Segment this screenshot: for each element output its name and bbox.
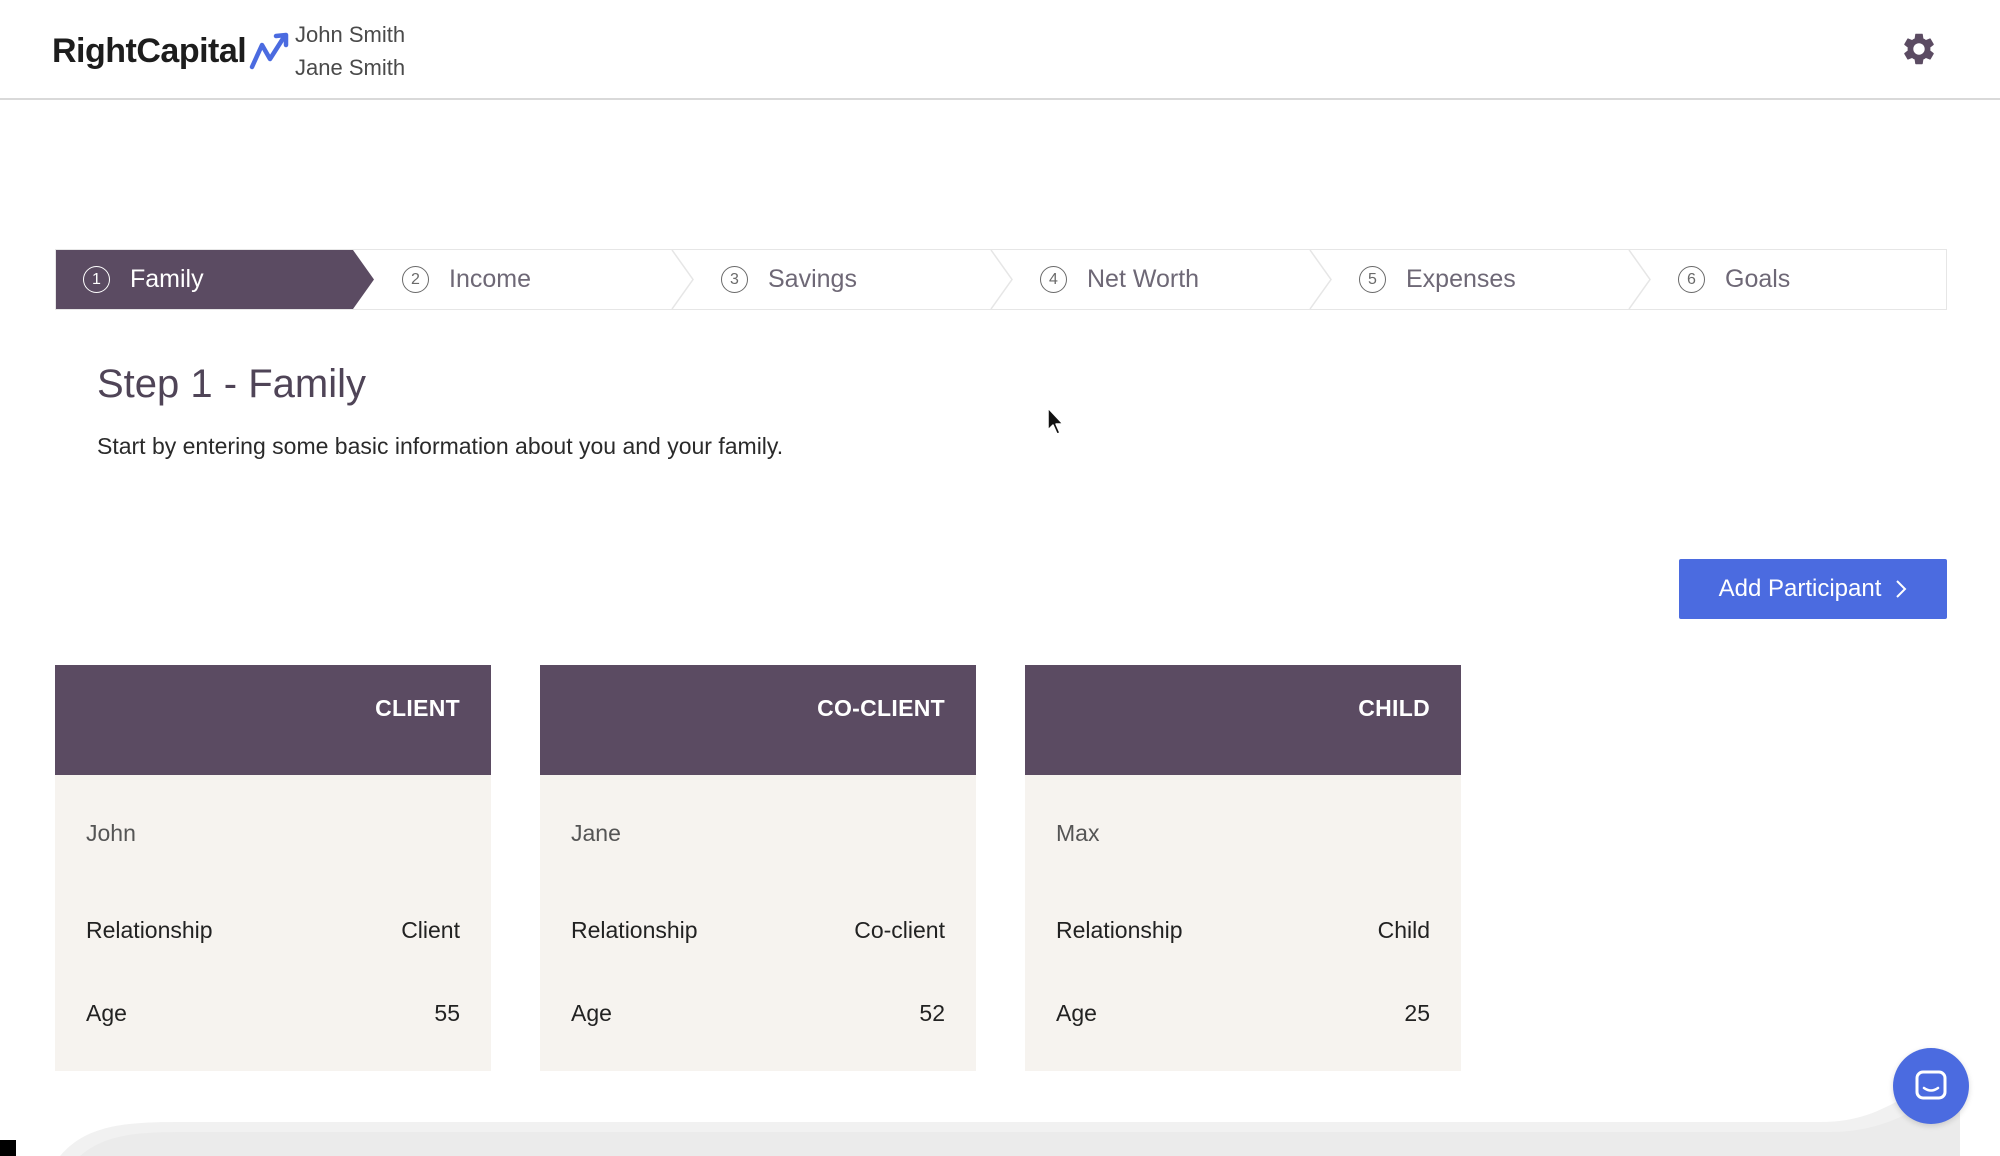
relationship-value: Client <box>401 917 460 943</box>
wizard-stepper: 1 Family 2 Income 3 Savings 4 Net Worth … <box>55 249 1947 310</box>
step-label: Net Worth <box>1087 265 1200 293</box>
step-number: 4 <box>1040 266 1067 293</box>
participant-name: John <box>86 820 136 846</box>
age-value: 55 <box>434 1000 460 1026</box>
step-number: 2 <box>402 266 429 293</box>
add-participant-button[interactable]: Add Participant <box>1679 559 1947 619</box>
age-label: Age <box>1056 1000 1097 1026</box>
participant-card-child[interactable]: CHILD Max Relationship Child Age 25 <box>1025 665 1461 1071</box>
add-participant-label: Add Participant <box>1718 575 1882 602</box>
card-header: CHILD <box>1025 665 1461 775</box>
page-description: Start by entering some basic information… <box>97 433 784 459</box>
step-goals[interactable]: 6 Goals <box>1651 250 1970 309</box>
participant-card-co-client[interactable]: CO-CLIENT Jane Relationship Co-client Ag… <box>540 665 976 1071</box>
step-label: Goals <box>1725 265 1791 293</box>
age-row: Age 52 <box>571 1000 945 1027</box>
age-label: Age <box>86 1000 127 1026</box>
age-row: Age 55 <box>86 1000 460 1027</box>
participant-name: Max <box>1056 820 1100 846</box>
relationship-value: Co-client <box>854 917 945 943</box>
gear-icon[interactable] <box>1900 30 1938 68</box>
card-body: Max Relationship Child Age 25 <box>1025 775 1461 1071</box>
footer-wave-decoration <box>60 1100 1960 1156</box>
chevron-right-icon <box>1896 580 1907 598</box>
mouse-cursor-icon <box>1047 407 1064 435</box>
step-income[interactable]: 2 Income <box>375 250 694 309</box>
logo-text: RightCapital <box>52 31 247 70</box>
step-label: Income <box>449 265 531 293</box>
participant-name: Jane <box>571 820 621 846</box>
card-body: John Relationship Client Age 55 <box>55 775 491 1071</box>
client-name-primary: John Smith <box>295 22 406 47</box>
participant-card-client[interactable]: CLIENT John Relationship Client Age 55 <box>55 665 491 1071</box>
participant-role: CLIENT <box>375 695 460 721</box>
step-family[interactable]: 1 Family <box>56 250 375 309</box>
chat-launcher-button[interactable] <box>1893 1048 1969 1124</box>
age-label: Age <box>571 1000 612 1026</box>
age-value: 52 <box>919 1000 945 1026</box>
step-net-worth[interactable]: 4 Net Worth <box>1013 250 1332 309</box>
client-name-secondary: Jane Smith <box>295 55 406 80</box>
age-row: Age 25 <box>1056 1000 1430 1027</box>
relationship-row: Relationship Co-client <box>571 917 945 944</box>
step-number: 1 <box>83 266 110 293</box>
window-corner <box>0 1140 16 1156</box>
brand-logo[interactable]: RightCapital <box>52 30 292 72</box>
age-value: 25 <box>1404 1000 1430 1026</box>
relationship-row: Relationship Client <box>86 917 460 944</box>
step-label: Expenses <box>1406 265 1516 293</box>
participant-role: CO-CLIENT <box>817 695 945 721</box>
app-frame: RightCapital John Smith Jane Smith 1 Fam… <box>0 0 2000 1156</box>
relationship-label: Relationship <box>86 917 213 943</box>
step-label: Family <box>130 265 204 293</box>
step-number: 5 <box>1359 266 1386 293</box>
card-body: Jane Relationship Co-client Age 52 <box>540 775 976 1071</box>
participant-role: CHILD <box>1358 695 1430 721</box>
relationship-label: Relationship <box>1056 917 1183 943</box>
step-number: 3 <box>721 266 748 293</box>
card-header: CO-CLIENT <box>540 665 976 775</box>
relationship-label: Relationship <box>571 917 698 943</box>
card-header: CLIENT <box>55 665 491 775</box>
step-expenses[interactable]: 5 Expenses <box>1332 250 1651 309</box>
step-label: Savings <box>768 265 857 293</box>
page-title: Step 1 - Family <box>97 362 366 406</box>
relationship-value: Child <box>1377 917 1430 943</box>
trend-arrow-icon <box>249 32 289 70</box>
step-number: 6 <box>1678 266 1705 293</box>
top-header: RightCapital John Smith Jane Smith <box>0 0 2000 100</box>
step-savings[interactable]: 3 Savings <box>694 250 1013 309</box>
client-names: John Smith Jane Smith <box>295 18 405 84</box>
chat-icon <box>1915 1070 1947 1100</box>
relationship-row: Relationship Child <box>1056 917 1430 944</box>
